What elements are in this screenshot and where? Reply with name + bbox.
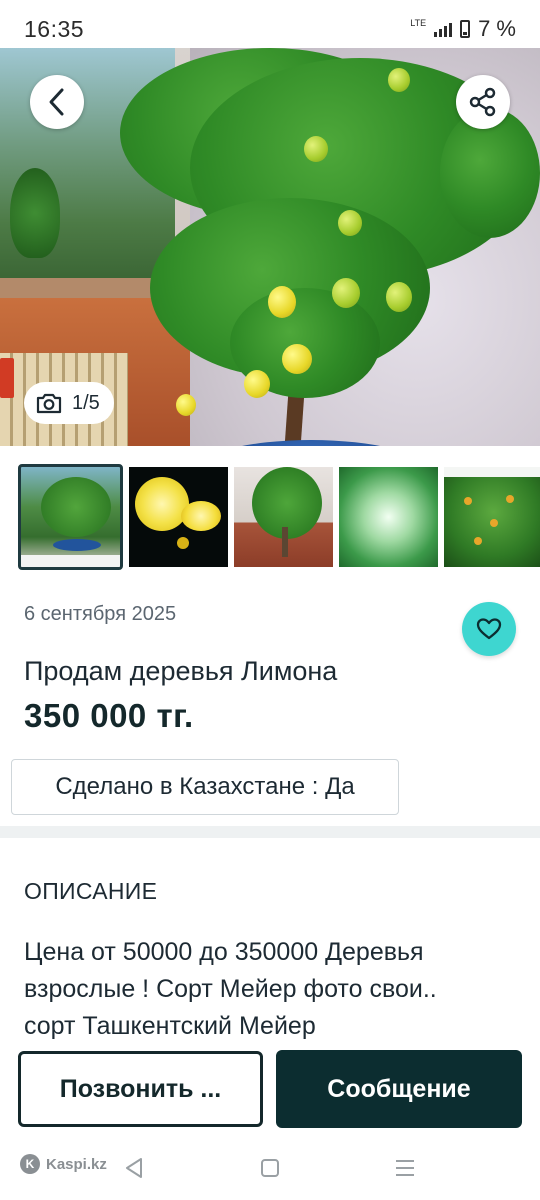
listing-title: Продам деревья Лимона: [24, 656, 338, 686]
battery-percent: 7 %: [478, 16, 516, 41]
listing-date: 6 сентября 2025: [24, 603, 177, 625]
description-line: сорт Ташкентский Мейер: [24, 1012, 316, 1040]
share-button[interactable]: [456, 75, 510, 129]
camera-icon: [36, 393, 62, 414]
battery-icon: [460, 20, 471, 38]
kaspi-brand: K Kaspi.kz: [20, 1154, 107, 1174]
description-text: Цена от 50000 до 350000 Деревья взрослые…: [24, 934, 524, 1045]
status-bar: 16:35 LTE 7 %: [0, 0, 540, 52]
listing-price: 350 000 тг.: [24, 697, 194, 734]
thumbnail-strip[interactable]: [18, 464, 540, 570]
lte-label: LTE: [410, 17, 427, 28]
brand-label: Kaspi.kz: [46, 1155, 107, 1173]
description-line: Цена от 50000 до 350000 Деревья: [24, 938, 424, 966]
share-icon: [469, 87, 496, 117]
nav-home-icon[interactable]: [261, 1159, 279, 1177]
section-divider: [0, 826, 540, 838]
message-button[interactable]: Сообщение: [276, 1050, 522, 1128]
description-line: взрослые ! Сорт Мейер фото свои..: [24, 975, 437, 1003]
favorite-button[interactable]: [462, 602, 516, 656]
photo-counter-text: 1/5: [72, 391, 100, 414]
thumbnail-2[interactable]: [129, 467, 228, 567]
attribute-chip: Сделано в Казахстане : Да: [11, 759, 399, 815]
thumbnail-1[interactable]: [18, 464, 123, 570]
thumbnail-5[interactable]: [444, 467, 540, 567]
status-icons: LTE 7 %: [410, 16, 516, 42]
nav-recents-icon[interactable]: [396, 1160, 414, 1181]
call-button[interactable]: Позвонить ...: [18, 1051, 263, 1127]
system-nav-bar: K Kaspi.kz: [0, 1140, 540, 1200]
thumbnail-4[interactable]: [339, 467, 438, 567]
description-heading: ОПИСАНИЕ: [24, 878, 158, 904]
back-button[interactable]: [30, 75, 84, 129]
kaspi-logo-icon: K: [20, 1154, 40, 1174]
signal-icon: [434, 21, 453, 37]
photo-counter[interactable]: 1/5: [24, 382, 114, 424]
chevron-left-icon: [49, 88, 64, 116]
nav-back-icon[interactable]: [124, 1157, 144, 1179]
status-time: 16:35: [24, 16, 85, 42]
heart-icon: [476, 618, 502, 640]
thumbnail-3[interactable]: [234, 467, 333, 567]
